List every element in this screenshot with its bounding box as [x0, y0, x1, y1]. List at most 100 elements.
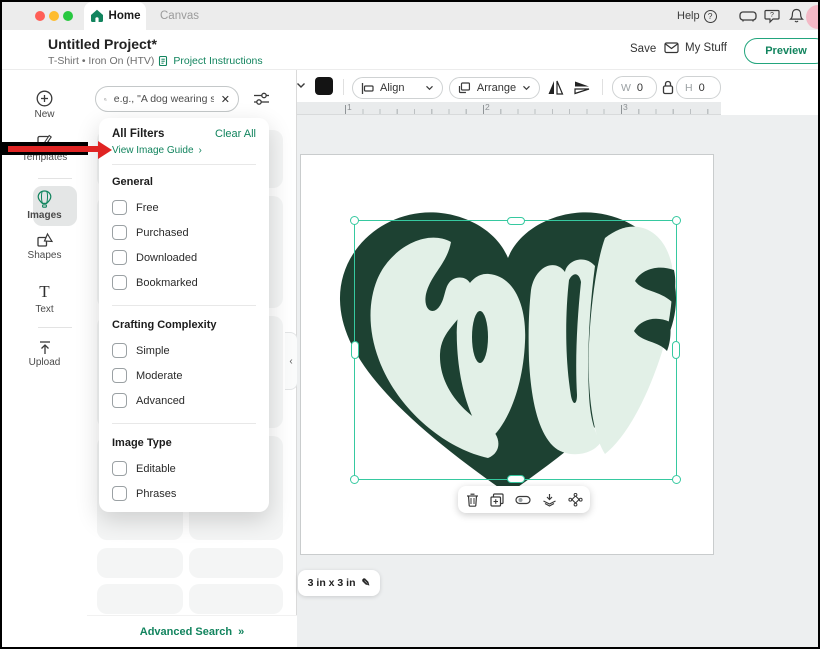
- checkbox[interactable]: [112, 486, 127, 501]
- width-input[interactable]: W 0: [612, 76, 657, 99]
- rail-divider: [38, 178, 72, 179]
- height-label: H: [685, 82, 693, 94]
- flip-horizontal-icon: [547, 79, 564, 96]
- sidebar-item-shapes[interactable]: Shapes: [2, 232, 87, 261]
- flip-horizontal-button[interactable]: [547, 79, 564, 96]
- ruler-label: 3: [623, 102, 628, 112]
- attach-icon[interactable]: [568, 493, 583, 507]
- resize-handle-nw[interactable]: [350, 216, 359, 225]
- sidebar-item-images[interactable]: Images: [2, 190, 87, 221]
- notifications-button[interactable]: [789, 2, 804, 30]
- filter-option-simple[interactable]: Simple: [112, 343, 256, 358]
- selection-box[interactable]: [354, 220, 677, 480]
- filters-toggle-button[interactable]: [253, 91, 270, 107]
- sidebar-item-label: New: [2, 109, 87, 120]
- checkbox[interactable]: [112, 368, 127, 383]
- help-menu[interactable]: Help ?: [677, 2, 717, 30]
- hide-icon[interactable]: [515, 495, 531, 505]
- clear-all-link[interactable]: Clear All: [215, 128, 256, 140]
- rail-divider: [38, 327, 72, 328]
- resize-handle-w[interactable]: [351, 341, 359, 359]
- shapes-icon: [36, 232, 54, 248]
- flip-vertical-icon: [573, 80, 591, 95]
- checkbox[interactable]: [112, 200, 127, 215]
- canvas-size-badge[interactable]: 3 in x 3 in ✎: [298, 570, 380, 596]
- resize-handle-ne[interactable]: [672, 216, 681, 225]
- flip-vertical-button[interactable]: [573, 80, 591, 95]
- sidebar-item-new[interactable]: New: [2, 90, 87, 120]
- filter-option-free[interactable]: Free: [112, 200, 256, 215]
- size-label: 3 in x 3 in: [308, 577, 356, 589]
- instructions-doc-icon: [158, 55, 169, 67]
- preview-button[interactable]: Preview: [744, 38, 820, 64]
- duplicate-icon[interactable]: [490, 493, 504, 507]
- resize-handle-sw[interactable]: [350, 475, 359, 484]
- my-stuff-button[interactable]: My Stuff: [664, 41, 727, 54]
- minimize-button[interactable]: [49, 11, 59, 21]
- filter-option-moderate[interactable]: Moderate: [112, 368, 256, 383]
- lock-aspect-button[interactable]: [662, 80, 674, 95]
- checkbox[interactable]: [112, 343, 127, 358]
- filter-option-downloaded[interactable]: Downloaded: [112, 250, 256, 265]
- arrange-label: Arrange: [477, 82, 516, 94]
- machine-status-button[interactable]: [739, 2, 757, 30]
- object-action-bar: [458, 486, 590, 513]
- chevron-double-right-icon: »: [238, 626, 244, 638]
- linetype-dropdown-chevron[interactable]: [296, 82, 306, 89]
- upload-icon: [37, 340, 53, 355]
- chevron-left-icon: ‹: [289, 356, 292, 367]
- filter-option-editable[interactable]: Editable: [112, 461, 256, 476]
- divider: [343, 79, 344, 95]
- my-stuff-label: My Stuff: [685, 42, 727, 54]
- sidebar-item-upload[interactable]: Upload: [2, 340, 87, 368]
- divider: [112, 164, 256, 165]
- checkbox[interactable]: [112, 275, 127, 290]
- tab-canvas-label: Canvas: [160, 10, 199, 22]
- resize-handle-e[interactable]: [672, 341, 680, 359]
- checkbox[interactable]: [112, 250, 127, 265]
- height-input[interactable]: H 0: [676, 76, 721, 99]
- checkbox[interactable]: [112, 393, 127, 408]
- color-swatch[interactable]: [315, 77, 333, 95]
- view-image-guide-link[interactable]: View Image Guide: [112, 145, 194, 156]
- lock-icon: [662, 80, 674, 95]
- option-label: Moderate: [136, 370, 182, 382]
- tab-home[interactable]: Home: [84, 2, 146, 30]
- align-dropdown[interactable]: Align: [352, 77, 443, 99]
- new-plus-icon: [36, 90, 53, 107]
- clear-search-icon[interactable]: ✕: [221, 93, 230, 106]
- advanced-search-link[interactable]: Advanced Search »: [87, 615, 297, 647]
- align-icon: [361, 83, 374, 94]
- save-button[interactable]: Save: [630, 43, 656, 55]
- resize-handle-se[interactable]: [672, 475, 681, 484]
- resize-handle-n[interactable]: [507, 217, 525, 225]
- all-filters-dropdown: All Filters Clear All View Image Guide ›…: [99, 118, 269, 512]
- tab-canvas[interactable]: Canvas: [152, 2, 207, 30]
- image-skeleton-card: [189, 584, 283, 614]
- filter-option-advanced[interactable]: Advanced: [112, 393, 256, 408]
- filter-option-purchased[interactable]: Purchased: [112, 225, 256, 240]
- zoom-button[interactable]: [63, 11, 73, 21]
- delete-icon[interactable]: [466, 493, 479, 507]
- chevron-right-icon: ›: [199, 145, 202, 156]
- image-search-bar[interactable]: ✕: [95, 86, 239, 112]
- close-button[interactable]: [35, 11, 45, 21]
- option-label: Simple: [136, 345, 170, 357]
- help-circle-icon: ?: [704, 10, 717, 23]
- arrange-dropdown[interactable]: Arrange: [449, 77, 540, 99]
- project-instructions-link[interactable]: Project Instructions: [173, 55, 262, 67]
- project-subtitle-row: T-Shirt • Iron On (HTV) Project Instruct…: [48, 55, 263, 67]
- sidebar-item-text[interactable]: T Text: [2, 284, 87, 315]
- sidebar-item-label: Images: [2, 210, 87, 221]
- option-label: Bookmarked: [136, 277, 198, 289]
- search-input[interactable]: [112, 92, 216, 106]
- edit-pencil-icon[interactable]: ✎: [362, 577, 371, 589]
- feedback-button[interactable]: ?: [764, 2, 780, 30]
- checkbox[interactable]: [112, 461, 127, 476]
- checkbox[interactable]: [112, 225, 127, 240]
- resize-handle-s[interactable]: [507, 475, 525, 483]
- flatten-icon[interactable]: [542, 493, 557, 507]
- filter-option-phrases[interactable]: Phrases: [112, 486, 256, 501]
- images-balloon-icon: [37, 190, 52, 208]
- filter-option-bookmarked[interactable]: Bookmarked: [112, 275, 256, 290]
